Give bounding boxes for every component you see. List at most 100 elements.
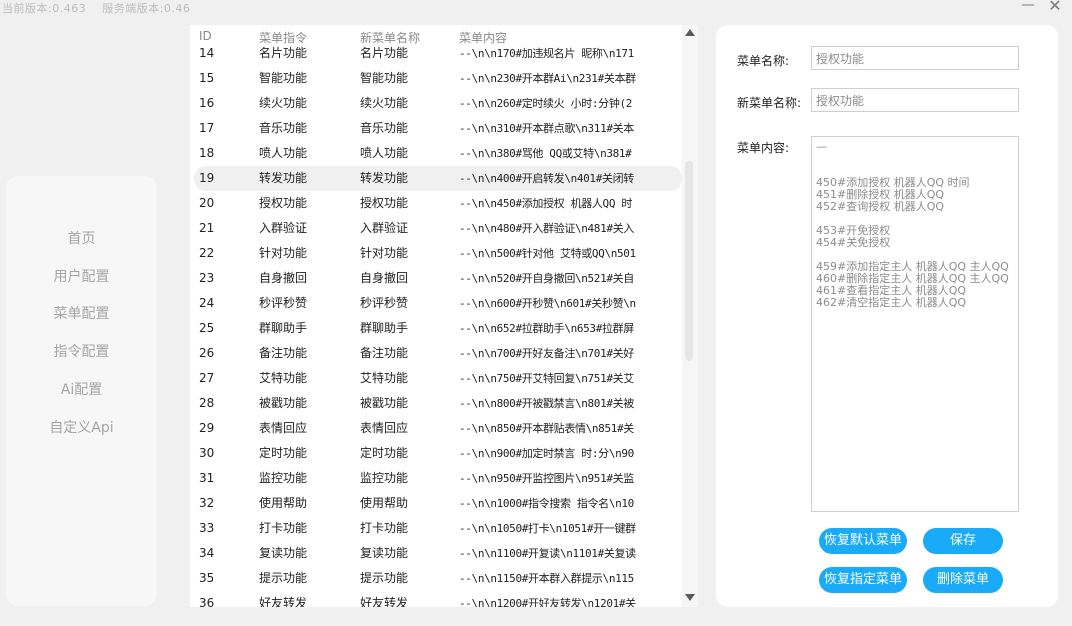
cell-new-name: 智能功能 [360, 71, 409, 85]
cell-command: 喷人功能 [259, 146, 308, 160]
cell-command: 入群验证 [259, 221, 308, 235]
cell-content: --\n\n400#开启转发\n401#关闭转 [459, 172, 634, 185]
cell-id: 35 [199, 571, 215, 585]
cell-new-name: 被戳功能 [360, 396, 409, 410]
cell-command: 针对功能 [259, 246, 308, 260]
cell-new-name: 续火功能 [360, 96, 409, 110]
cell-new-name: 自身撤回 [360, 271, 409, 285]
cell-new-name: 群聊助手 [360, 321, 409, 335]
table-row[interactable]: 36 好友转发 好友转发 --\n\n1200#开好友转发\n1201#关 [194, 591, 682, 607]
cell-new-name: 转发功能 [360, 171, 409, 185]
table-row[interactable]: 25 群聊助手 群聊助手 --\n\n652#拉群助手\n653#拉群屏 [194, 316, 682, 341]
table-row[interactable]: 17 音乐功能 音乐功能 --\n\n310#开本群点歌\n311#关本 [194, 116, 682, 141]
table-row[interactable]: 15 智能功能 智能功能 --\n\n230#开本群Ai\n231#关本群 [194, 66, 682, 91]
save-button[interactable]: 保存 [923, 528, 1003, 554]
cell-content: --\n\n652#拉群助手\n653#拉群屏 [459, 322, 634, 335]
table-row[interactable]: 35 提示功能 提示功能 --\n\n1150#开本群入群提示\n115 [194, 566, 682, 591]
cell-id: 32 [199, 496, 215, 510]
scroll-up-icon[interactable] [685, 29, 695, 36]
sidebar-item-ai-config[interactable]: Ai配置 [6, 379, 157, 399]
cell-content: --\n\n450#添加授权 机器人QQ 时 [459, 197, 633, 210]
cell-new-name: 使用帮助 [360, 496, 409, 510]
table-row[interactable]: 32 使用帮助 使用帮助 --\n\n1000#指令搜索 指令名\n10 [194, 491, 682, 516]
cell-id: 22 [199, 246, 215, 260]
sidebar-item-menu-config[interactable]: 菜单配置 [6, 303, 157, 323]
sidebar-item-custom-api[interactable]: 自定义Api [6, 417, 157, 437]
cell-command: 表情回应 [259, 421, 308, 435]
cell-command: 复读功能 [259, 546, 308, 560]
table-row[interactable]: 29 表情回应 表情回应 --\n\n850#开本群贴表情\n851#关 [194, 416, 682, 441]
cell-new-name: 名片功能 [360, 46, 409, 60]
cell-command: 智能功能 [259, 71, 308, 85]
table-row[interactable]: 27 艾特功能 艾特功能 --\n\n750#开艾特回复\n751#关艾 [194, 366, 682, 391]
cell-content: --\n\n230#开本群Ai\n231#关本群 [459, 72, 636, 85]
cell-command: 音乐功能 [259, 121, 308, 135]
cell-command: 打卡功能 [259, 521, 308, 535]
minimize-icon[interactable]: — [1021, 0, 1035, 13]
cell-new-name: 针对功能 [360, 246, 409, 260]
cell-new-name: 授权功能 [360, 196, 409, 210]
list-scrollbar[interactable] [682, 25, 698, 607]
scroll-down-icon[interactable] [685, 594, 695, 601]
menu-name-label: 菜单名称: [737, 54, 790, 68]
delete-menu-button[interactable]: 删除菜单 [923, 567, 1003, 593]
cell-id: 23 [199, 271, 215, 285]
table-row[interactable]: 31 监控功能 监控功能 --\n\n950#开监控图片\n951#关监 [194, 466, 682, 491]
sidebar-item-home[interactable]: 首页 [6, 228, 157, 248]
cell-command: 使用帮助 [259, 496, 308, 510]
cell-command: 监控功能 [259, 471, 308, 485]
cell-id: 28 [199, 396, 215, 410]
cell-id: 31 [199, 471, 215, 485]
cell-content: --\n\n850#开本群贴表情\n851#关 [459, 422, 634, 435]
cell-content: --\n\n1000#指令搜索 指令名\n10 [459, 497, 634, 510]
table-row[interactable]: 34 复读功能 复读功能 --\n\n1100#开复读\n1101#关复读 [194, 541, 682, 566]
cell-new-name: 喷人功能 [360, 146, 409, 160]
cell-content: --\n\n800#开被戳禁言\n801#关被 [459, 397, 634, 410]
cell-new-name: 定时功能 [360, 446, 409, 460]
cell-content: --\n\n1100#开复读\n1101#关复读 [459, 547, 636, 560]
client-version: 当前版本:0.463 [2, 2, 87, 15]
table-row[interactable]: 23 自身撤回 自身撤回 --\n\n520#开自身撤回\n521#关自 [194, 266, 682, 291]
version-info: 当前版本:0.463 服务端版本:0.46 [2, 0, 202, 16]
cell-content: --\n\n170#加违规名片 昵称\n171 [459, 47, 634, 60]
cell-content: --\n\n1050#打卡\n1051#开一键群 [459, 522, 636, 535]
table-row[interactable]: 33 打卡功能 打卡功能 --\n\n1050#打卡\n1051#开一键群 [194, 516, 682, 541]
cell-content: --\n\n900#加定时禁言 时:分\n90 [459, 447, 634, 460]
table-row[interactable]: 24 秒评秒赞 秒评秒赞 --\n\n600#开秒赞\n601#关秒赞\n [194, 291, 682, 316]
table-row[interactable]: 16 续火功能 续火功能 --\n\n260#定时续火 小时:分钟(2 [194, 91, 682, 116]
cell-command: 艾特功能 [259, 371, 308, 385]
cell-new-name: 备注功能 [360, 346, 409, 360]
cell-new-name: 监控功能 [360, 471, 409, 485]
new-menu-name-label: 新菜单名称: [737, 96, 802, 110]
cell-new-name: 秒评秒赞 [360, 296, 409, 310]
menu-name-field[interactable]: 授权功能 [811, 46, 1019, 70]
cell-content: --\n\n480#开入群验证\n481#关入 [459, 222, 634, 235]
table-row[interactable]: 21 入群验证 入群验证 --\n\n480#开入群验证\n481#关入 [194, 216, 682, 241]
menu-list: ID 菜单指令 新菜单名称 菜单内容 14 名片功能 名片功能 --\n\n170#加… [190, 25, 684, 607]
cell-id: 25 [199, 321, 215, 335]
menu-content-textarea[interactable]: — 450#添加授权 机器人QQ 时间 451#删除授权 机器人QQ 452#查… [811, 136, 1019, 512]
cell-content: --\n\n380#骂他 QQ或艾特\n381# [459, 147, 632, 160]
scroll-thumb[interactable] [685, 161, 693, 361]
table-row[interactable]: 18 喷人功能 喷人功能 --\n\n380#骂他 QQ或艾特\n381# [194, 141, 682, 166]
table-row[interactable]: 30 定时功能 定时功能 --\n\n900#加定时禁言 时:分\n90 [194, 441, 682, 466]
cell-content: --\n\n500#针对他 艾特或QQ\n501 [459, 247, 636, 260]
restore-default-menu-button[interactable]: 恢复默认菜单 [819, 528, 907, 554]
restore-specified-menu-button[interactable]: 恢复指定菜单 [819, 567, 907, 593]
sidebar-item-command-config[interactable]: 指令配置 [6, 341, 157, 361]
cell-content: --\n\n1200#开好友转发\n1201#关 [459, 597, 636, 607]
cell-id: 27 [199, 371, 215, 385]
table-row[interactable]: 20 授权功能 授权功能 --\n\n450#添加授权 机器人QQ 时 [194, 191, 682, 216]
cell-id: 18 [199, 146, 215, 160]
table-row[interactable]: 28 被戳功能 被戳功能 --\n\n800#开被戳禁言\n801#关被 [194, 391, 682, 416]
sidebar-item-user-config[interactable]: 用户配置 [6, 266, 157, 286]
table-row[interactable]: 26 备注功能 备注功能 --\n\n700#开好友备注\n701#关好 [194, 341, 682, 366]
cell-id: 36 [199, 596, 215, 607]
cell-new-name: 入群验证 [360, 221, 409, 235]
new-menu-name-field[interactable]: 授权功能 [811, 88, 1019, 112]
table-row[interactable]: 19 转发功能 转发功能 --\n\n400#开启转发\n401#关闭转 [194, 166, 682, 191]
table-row[interactable]: 22 针对功能 针对功能 --\n\n500#针对他 艾特或QQ\n501 [194, 241, 682, 266]
close-icon[interactable]: ✕ [1048, 0, 1062, 15]
cell-content: --\n\n700#开好友备注\n701#关好 [459, 347, 634, 360]
table-row[interactable]: 14 名片功能 名片功能 --\n\n170#加违规名片 昵称\n171 [194, 41, 682, 66]
